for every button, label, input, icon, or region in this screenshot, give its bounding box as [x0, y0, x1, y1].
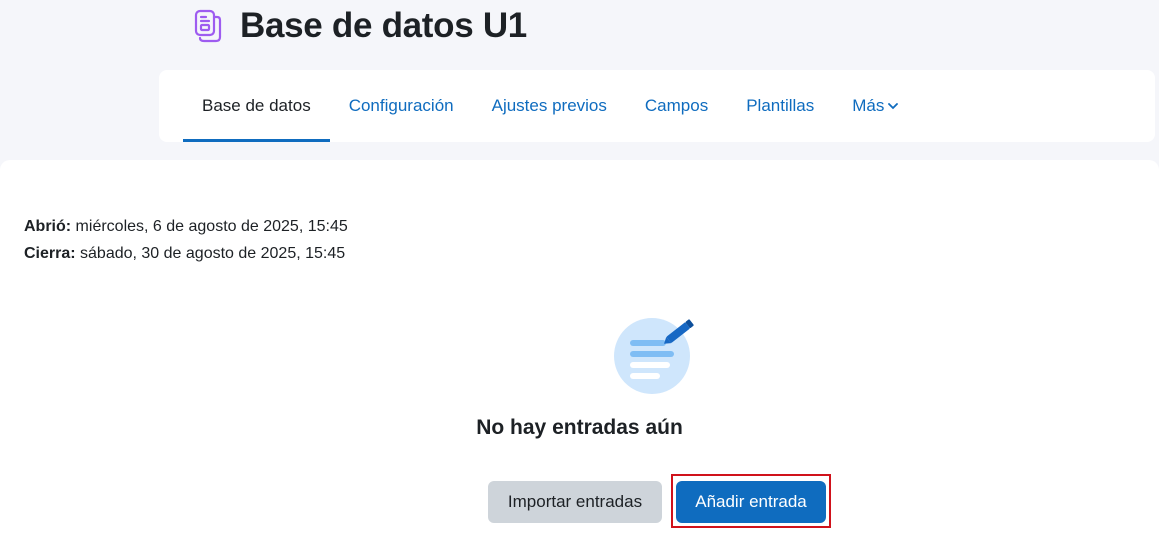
empty-entries-icon [612, 318, 698, 394]
tab-mas[interactable]: Más [833, 70, 917, 142]
secondary-navigation: Base de datos Configuración Ajustes prev… [159, 70, 1155, 142]
tab-configuracion[interactable]: Configuración [330, 70, 473, 142]
tab-campos[interactable]: Campos [626, 70, 727, 142]
page-header: Base de datos U1 [192, 6, 527, 46]
closes-label: Cierra: [24, 245, 76, 262]
opened-value: miércoles, 6 de agosto de 2025, 15:45 [71, 218, 348, 235]
activity-dates: Abrió: miércoles, 6 de agosto de 2025, 1… [24, 213, 348, 267]
tab-plantillas[interactable]: Plantillas [727, 70, 833, 142]
closes-date: Cierra: sábado, 30 de agosto de 2025, 15… [24, 240, 348, 267]
chevron-down-icon [888, 102, 899, 110]
opened-label: Abrió: [24, 218, 72, 235]
page-title: Base de datos U1 [240, 6, 527, 45]
add-entry-button[interactable]: Añadir entrada [676, 481, 826, 523]
empty-state-message: No hay entradas aún [476, 416, 683, 439]
import-entries-button[interactable]: Importar entradas [488, 481, 662, 523]
tab-ajustes-previos[interactable]: Ajustes previos [473, 70, 626, 142]
closes-value: sábado, 30 de agosto de 2025, 15:45 [75, 245, 346, 262]
tab-base-de-datos[interactable]: Base de datos [183, 70, 330, 142]
opened-date: Abrió: miércoles, 6 de agosto de 2025, 1… [24, 213, 348, 240]
database-activity-icon [192, 8, 224, 44]
tab-mas-label: Más [852, 96, 885, 115]
page: Base de datos U1 Base de datos Configura… [0, 0, 1159, 541]
main-content: Abrió: miércoles, 6 de agosto de 2025, 1… [0, 160, 1159, 541]
